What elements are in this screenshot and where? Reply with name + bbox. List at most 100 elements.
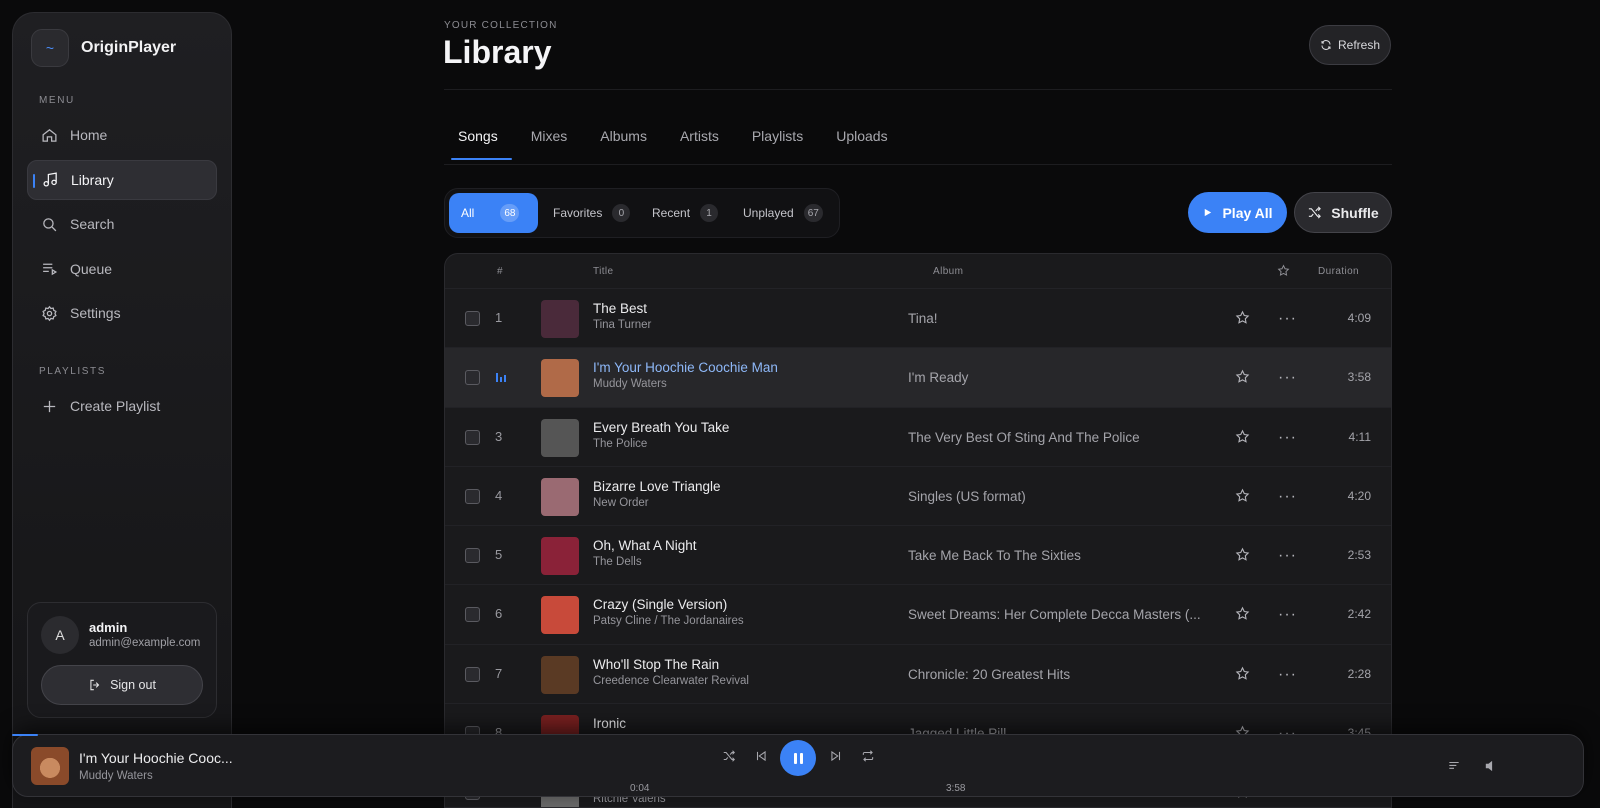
- track-title[interactable]: Who'll Stop The Rain: [593, 657, 719, 672]
- filter-label: Recent: [652, 206, 691, 220]
- col-duration[interactable]: Duration: [1318, 266, 1359, 277]
- tab-albums[interactable]: Albums: [586, 124, 661, 160]
- track-artist[interactable]: Muddy Waters: [593, 378, 667, 390]
- track-duration: 2:28: [1347, 666, 1371, 681]
- tab-playlists[interactable]: Playlists: [738, 124, 817, 160]
- sidebar-item-queue[interactable]: Queue: [27, 249, 217, 289]
- shuffle-button[interactable]: Shuffle: [1294, 192, 1392, 233]
- table-header: # Title Album Duration: [445, 254, 1391, 289]
- more-options-icon[interactable]: ···: [1278, 488, 1297, 506]
- main-nav: Home Library Search Queue Settings: [27, 115, 217, 338]
- row-checkbox[interactable]: [465, 429, 480, 445]
- table-row[interactable]: 4 Bizarre Love Triangle New Order Singles (…: [445, 467, 1391, 527]
- progress-indicator[interactable]: [12, 734, 38, 736]
- user-name: admin: [89, 620, 128, 635]
- elapsed-time: 0:04: [630, 783, 650, 794]
- filter-favorites[interactable]: Favorites 0: [541, 193, 631, 233]
- queue-button[interactable]: [1447, 759, 1461, 778]
- track-album[interactable]: The Very Best Of Sting And The Police: [908, 430, 1140, 445]
- repeat-button[interactable]: [861, 749, 875, 768]
- table-row[interactable]: 7 Who'll Stop The Rain Creedence Clearwate…: [445, 645, 1391, 705]
- track-album[interactable]: I'm Ready: [908, 370, 968, 385]
- more-options-icon[interactable]: ···: [1278, 429, 1297, 447]
- sidebar-item-library[interactable]: Library: [27, 159, 217, 200]
- track-title[interactable]: Oh, What A Night: [593, 538, 697, 553]
- favorite-star-icon[interactable]: [1235, 310, 1250, 325]
- col-title[interactable]: Title: [593, 266, 614, 277]
- player-bar: I'm Your Hoochie Cooc... Muddy Waters 0:…: [12, 734, 1584, 797]
- brand[interactable]: ~ OriginPlayer: [31, 29, 176, 67]
- filter-unplayed[interactable]: Unplayed 67: [731, 193, 823, 233]
- previous-button[interactable]: [754, 749, 768, 768]
- table-row[interactable]: I'm Your Hoochie Coochie Man Muddy Waters…: [445, 348, 1391, 408]
- table-row[interactable]: 5 Oh, What A Night The Dells Take Me Back T…: [445, 526, 1391, 586]
- music-note-icon: [43, 172, 57, 187]
- track-title[interactable]: Crazy (Single Version): [593, 597, 727, 612]
- favorite-star-icon[interactable]: [1235, 606, 1250, 621]
- track-artist[interactable]: The Police: [593, 438, 647, 450]
- row-checkbox[interactable]: [465, 548, 480, 564]
- favorite-star-icon[interactable]: [1235, 547, 1250, 562]
- col-album[interactable]: Album: [933, 266, 963, 277]
- more-options-icon[interactable]: ···: [1278, 547, 1297, 565]
- track-title[interactable]: The Best: [593, 301, 647, 316]
- track-album[interactable]: Tina!: [908, 311, 938, 326]
- play-all-button[interactable]: Play All: [1188, 192, 1287, 233]
- refresh-button[interactable]: Refresh: [1309, 25, 1391, 65]
- sidebar-item-label: Queue: [70, 260, 113, 277]
- track-album[interactable]: Chronicle: 20 Greatest Hits: [908, 667, 1070, 682]
- more-options-icon[interactable]: ···: [1278, 666, 1297, 684]
- row-checkbox[interactable]: [465, 488, 480, 504]
- pause-button[interactable]: [780, 740, 816, 776]
- track-duration: 3:58: [1347, 370, 1371, 385]
- track-artist[interactable]: Patsy Cline / The Jordanaires: [593, 615, 744, 627]
- next-button[interactable]: [829, 749, 843, 768]
- shuffle-toggle[interactable]: [722, 749, 736, 768]
- sidebar-item-home[interactable]: Home: [27, 115, 217, 155]
- sidebar-item-search[interactable]: Search: [27, 204, 217, 244]
- track-title[interactable]: Bizarre Love Triangle: [593, 479, 721, 494]
- now-playing-title[interactable]: I'm Your Hoochie Cooc...: [79, 750, 233, 766]
- row-checkbox[interactable]: [465, 666, 480, 682]
- track-title[interactable]: Every Breath You Take: [593, 420, 729, 435]
- tab-mixes[interactable]: Mixes: [517, 124, 582, 160]
- volume-button[interactable]: [1484, 759, 1498, 778]
- favorite-star-icon[interactable]: [1235, 429, 1250, 444]
- track-album[interactable]: Singles (US format): [908, 489, 1026, 504]
- filter-label: Favorites: [553, 206, 603, 220]
- track-artist[interactable]: Tina Turner: [593, 319, 651, 331]
- tab-songs[interactable]: Songs: [444, 124, 512, 160]
- track-artist[interactable]: The Dells: [593, 556, 642, 568]
- sidebar-item-settings[interactable]: Settings: [27, 293, 217, 333]
- track-artist[interactable]: Creedence Clearwater Revival: [593, 675, 749, 687]
- track-title[interactable]: I'm Your Hoochie Coochie Man: [593, 360, 778, 375]
- favorite-star-icon[interactable]: [1235, 666, 1250, 681]
- more-options-icon[interactable]: ···: [1278, 310, 1297, 328]
- row-checkbox[interactable]: [465, 607, 480, 623]
- create-playlist-button[interactable]: Create Playlist: [27, 386, 217, 426]
- track-artist[interactable]: New Order: [593, 497, 649, 509]
- filter-all[interactable]: All 68: [449, 193, 538, 233]
- sign-out-button[interactable]: Sign out: [41, 665, 203, 705]
- row-checkbox[interactable]: [465, 311, 480, 326]
- table-row[interactable]: 6 Crazy (Single Version) Patsy Cline / The…: [445, 585, 1391, 645]
- tab-uploads[interactable]: Uploads: [822, 124, 901, 160]
- table-row[interactable]: 3 Every Breath You Take The Police The Very…: [445, 408, 1391, 467]
- favorite-star-icon[interactable]: [1235, 369, 1250, 384]
- row-checkbox[interactable]: [465, 370, 480, 386]
- track-album[interactable]: Sweet Dreams: Her Complete Decca Masters…: [908, 607, 1201, 622]
- favorite-star-icon[interactable]: [1235, 488, 1250, 503]
- track-number: 4: [495, 487, 503, 503]
- now-playing-cover[interactable]: [31, 747, 69, 785]
- track-title[interactable]: Ironic: [593, 716, 626, 731]
- filter-recent[interactable]: Recent 1: [640, 193, 719, 233]
- create-playlist-label: Create Playlist: [70, 398, 161, 414]
- track-album[interactable]: Take Me Back To The Sixties: [908, 548, 1081, 563]
- more-options-icon[interactable]: ···: [1278, 606, 1297, 624]
- tab-artists[interactable]: Artists: [666, 124, 733, 160]
- star-icon[interactable]: [1277, 264, 1290, 277]
- now-playing-artist[interactable]: Muddy Waters: [79, 770, 153, 782]
- user-email: admin@example.com: [89, 637, 201, 649]
- table-row[interactable]: 1 The Best Tina Turner Tina! ··· 4:09: [445, 289, 1391, 349]
- more-options-icon[interactable]: ···: [1278, 369, 1297, 387]
